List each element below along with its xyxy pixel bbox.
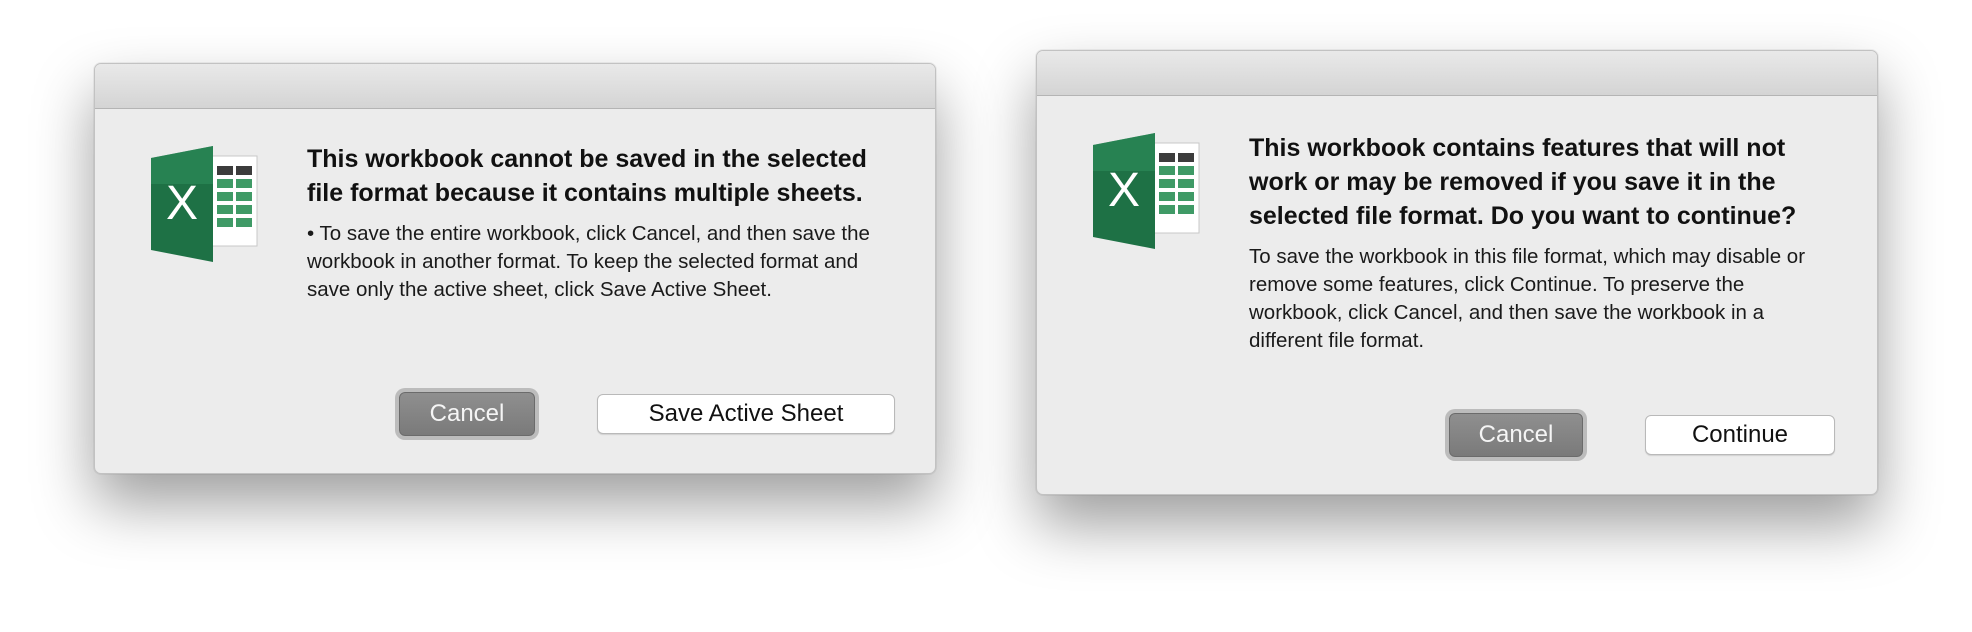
dialog-titlebar[interactable] — [1037, 51, 1877, 96]
cancel-button[interactable]: Cancel — [399, 392, 535, 436]
screenshot-stage: X This workbook cannot be saved in the s… — [0, 0, 1972, 632]
dialog-body: To save the workbook in this file format… — [1249, 245, 1806, 352]
save-format-error-dialog: X This workbook cannot be saved in the s… — [94, 63, 936, 474]
excel-letter: X — [166, 177, 198, 230]
dialog-titlebar[interactable] — [95, 64, 935, 109]
excel-app-icon: X — [1093, 133, 1200, 249]
message-block: This workbook contains features that wil… — [1249, 131, 1841, 355]
excel-app-icon: X — [151, 146, 258, 262]
compatibility-warning-dialog: X This workbook contains features that w… — [1036, 50, 1878, 495]
dialog-headline: This workbook contains features that wil… — [1249, 134, 1797, 230]
excel-letter: X — [1108, 164, 1140, 217]
dialog-body: • To save the entire workbook, click Can… — [307, 222, 870, 301]
dialog-headline: This workbook cannot be saved in the sel… — [307, 145, 867, 207]
continue-button[interactable]: Continue — [1645, 415, 1835, 455]
save-active-sheet-button[interactable]: Save Active Sheet — [597, 394, 895, 434]
message-block: This workbook cannot be saved in the sel… — [307, 142, 899, 304]
cancel-button[interactable]: Cancel — [1449, 413, 1583, 457]
